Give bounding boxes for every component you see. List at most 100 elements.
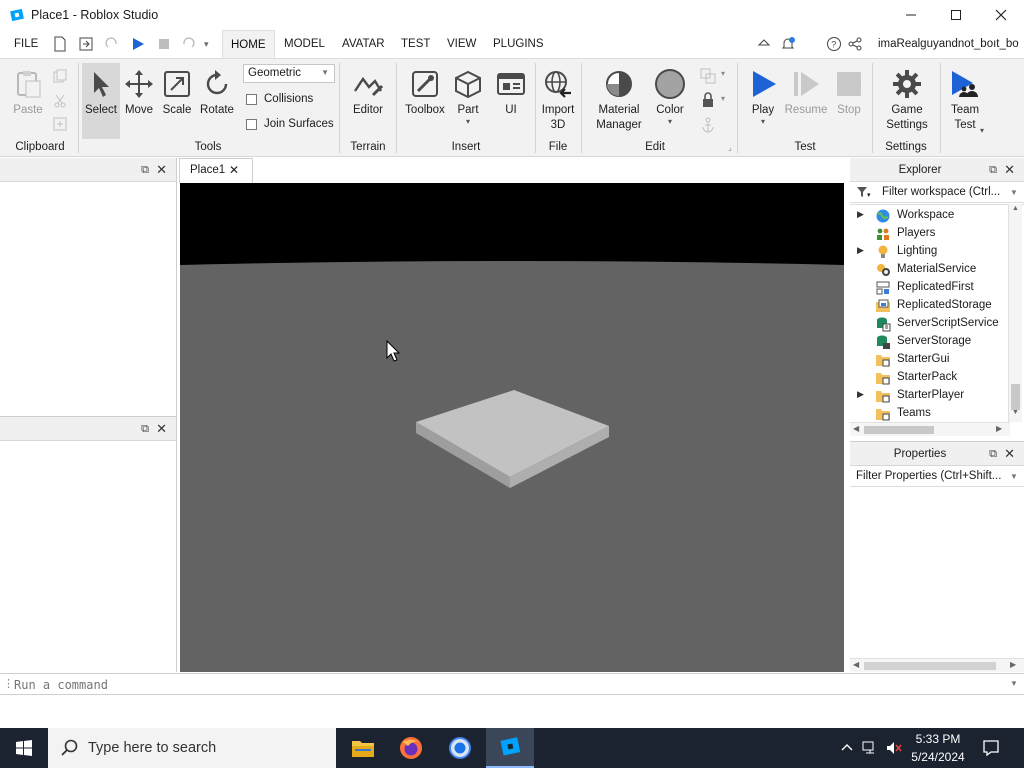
scrollbar-thumb[interactable] (864, 662, 996, 670)
rotate-button[interactable]: Rotate (197, 63, 237, 118)
undo-icon[interactable] (180, 36, 196, 52)
expand-arrow-icon[interactable]: ▶ (857, 245, 864, 256)
tree-item-serverstorage[interactable]: ServerStorage (850, 333, 1010, 351)
new-file-icon[interactable] (53, 36, 69, 52)
tab-avatar[interactable]: AVATAR (342, 38, 385, 50)
undock-icon[interactable]: ⧉ (141, 423, 149, 436)
notifications-icon[interactable] (982, 739, 1000, 757)
join-surfaces-checkbox[interactable]: Join Surfaces (246, 118, 334, 130)
start-button[interactable] (0, 728, 48, 768)
import-3d-button[interactable]: Import 3D (538, 63, 578, 133)
stop-button[interactable]: Stop (831, 63, 867, 118)
anchor-icon[interactable] (700, 117, 716, 133)
ui-button[interactable]: UI (492, 63, 530, 118)
close-window-button[interactable] (978, 0, 1024, 30)
close-icon[interactable]: ✕ (156, 162, 167, 178)
chrome-app[interactable] (436, 728, 484, 768)
tree-item-lighting[interactable]: ▶ Lighting (850, 243, 1010, 261)
tab-test[interactable]: TEST (401, 38, 430, 50)
cut-icon[interactable] (53, 94, 67, 108)
tree-item-players[interactable]: Players (850, 225, 1010, 243)
color-button[interactable]: Color ▾ (650, 63, 690, 126)
select-button[interactable]: Select (82, 63, 120, 139)
close-icon[interactable]: ✕ (1004, 162, 1015, 178)
command-input[interactable] (14, 676, 1004, 693)
expand-group-icon[interactable]: ⌟ (728, 143, 732, 152)
menu-file[interactable]: FILE (14, 38, 38, 50)
chevron-down-icon[interactable]: ▾ (980, 126, 984, 135)
tree-item-startergui[interactable]: StarterGui (850, 351, 1010, 369)
taskbar-time[interactable]: 5:33 PM (905, 732, 971, 746)
tab-home[interactable]: HOME (222, 30, 275, 58)
lock-icon[interactable] (700, 92, 716, 108)
terrain-editor-button[interactable]: Editor (346, 63, 390, 118)
help-icon[interactable]: ? (826, 36, 842, 52)
maximize-button[interactable] (933, 0, 979, 30)
tab-model[interactable]: MODEL (284, 38, 325, 50)
tree-item-workspace[interactable]: ▶ Workspace (850, 207, 1010, 225)
close-icon[interactable]: ✕ (1004, 446, 1015, 462)
tree-item-starterplayer[interactable]: ▶ StarterPlayer (850, 387, 1010, 405)
roblox-studio-app[interactable] (486, 728, 534, 768)
show-hidden-icons-icon[interactable] (840, 740, 854, 754)
command-bar[interactable]: ⋮ ▼ (0, 673, 1024, 695)
tab-view[interactable]: VIEW (447, 38, 476, 50)
chevron-down-icon[interactable]: ▾ (721, 69, 725, 78)
team-test-button[interactable]: Team Test (945, 63, 985, 133)
username-label[interactable]: imaRealguyandnot_boıt_bo (878, 38, 1024, 50)
undock-icon[interactable]: ⧉ (141, 164, 149, 177)
group-icon[interactable] (700, 68, 716, 84)
resume-button[interactable]: Resume (783, 63, 829, 118)
collapse-ribbon-icon[interactable] (757, 36, 773, 52)
explorer-filter-input[interactable]: ▾ Filter workspace (Ctrl... ▼ (850, 182, 1024, 203)
file-explorer-app[interactable] (339, 728, 387, 768)
undock-icon[interactable]: ⧉ (989, 164, 997, 177)
collisions-checkbox[interactable]: Collisions (246, 93, 313, 105)
drag-handle-icon[interactable]: ⋮ (3, 677, 14, 690)
chevron-down-icon[interactable]: ▼ (1010, 679, 1018, 688)
horizontal-scrollbar[interactable]: ◀ ▶ (850, 658, 1024, 672)
notification-bell-icon[interactable] (780, 36, 796, 52)
expand-arrow-icon[interactable]: ▶ (857, 209, 864, 220)
minimize-button[interactable] (888, 0, 934, 30)
tree-item-replicatedstorage[interactable]: ReplicatedStorage (850, 297, 1010, 315)
tree-item-serverscriptservice[interactable]: ServerScriptService (850, 315, 1010, 333)
paste-button[interactable]: Paste (8, 63, 48, 118)
tree-item-replicatedfirst[interactable]: ReplicatedFirst (850, 279, 1010, 297)
close-tab-icon[interactable]: ✕ (229, 163, 239, 177)
toolbox-button[interactable]: Toolbox (402, 63, 448, 118)
tab-place1[interactable]: Place1 ✕ (179, 158, 253, 183)
copy-icon[interactable] (53, 69, 67, 83)
publish-icon[interactable] (78, 36, 94, 52)
firefox-app[interactable] (387, 728, 435, 768)
scrollbar-thumb[interactable] (864, 426, 934, 434)
scrollbar-thumb[interactable] (1011, 384, 1020, 410)
properties-filter-input[interactable]: Filter Properties (Ctrl+Shift... ▼ (850, 466, 1024, 487)
quick-access-dropdown-icon[interactable]: ▾ (204, 39, 220, 55)
scale-button[interactable]: Scale (159, 63, 195, 118)
play-quick-icon[interactable] (130, 36, 146, 52)
close-icon[interactable]: ✕ (156, 421, 167, 437)
game-settings-button[interactable]: Game Settings (880, 63, 934, 133)
redo-icon[interactable] (104, 36, 120, 52)
transform-mode-select[interactable]: Geometric ▼ (243, 64, 335, 83)
3d-viewport[interactable] (180, 183, 844, 672)
taskbar-search-box[interactable]: Type here to search (48, 728, 336, 768)
part-button[interactable]: Part ▾ (450, 63, 486, 126)
play-button[interactable]: Play ▾ (744, 63, 782, 126)
tree-item-materialservice[interactable]: MaterialService (850, 261, 1010, 279)
network-icon[interactable] (862, 740, 878, 756)
stop-quick-icon[interactable] (156, 36, 172, 52)
tab-plugins[interactable]: PLUGINS (493, 38, 544, 50)
material-manager-button[interactable]: Material Manager (592, 63, 646, 133)
chevron-down-icon[interactable]: ▾ (721, 94, 725, 103)
horizontal-scrollbar[interactable]: ◀ ▶ (850, 422, 1010, 436)
duplicate-icon[interactable] (53, 117, 67, 131)
tree-item-teams[interactable]: Teams (850, 405, 1010, 423)
undock-icon[interactable]: ⧉ (989, 448, 997, 461)
vertical-scrollbar[interactable]: ▲ ▼ (1008, 204, 1022, 422)
share-icon[interactable] (847, 36, 863, 52)
expand-arrow-icon[interactable]: ▶ (857, 389, 864, 400)
taskbar-date[interactable]: 5/24/2024 (905, 750, 971, 764)
checkbox-box[interactable] (246, 93, 257, 105)
